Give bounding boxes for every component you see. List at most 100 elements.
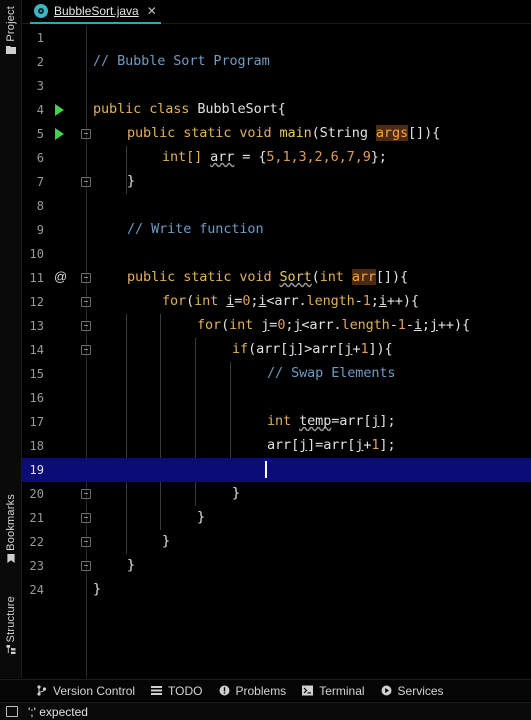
problems-icon [219,685,229,696]
line-number: 9 [36,223,44,237]
version-control-icon [37,685,47,696]
structure-tab[interactable]: Structure [2,596,20,655]
code-line[interactable]: 6 int[] arr = {5,1,3,2,6,7,9}; [22,146,531,170]
problems-button[interactable]: Problems [219,683,287,698]
code-editor[interactable]: 1 2 // Bubble Sort Program 3 4 public cl… [22,26,531,678]
run-class-icon[interactable] [55,104,64,116]
number: 1 [360,341,369,357]
code-line[interactable]: 15 // Swap Elements [22,362,531,386]
services-button[interactable]: Services [381,684,444,698]
code-line[interactable]: 11 @ public static void Sort(int arr[]){ [22,266,531,290]
field-length: length [341,317,390,333]
if-statement: if(arr[j]>arr[j+1]){ [232,341,393,357]
code-line[interactable]: 14 if(arr[j]>arr[j+1]){ [22,338,531,362]
java-class-icon [34,4,48,18]
terminal-button[interactable]: Terminal [302,684,365,698]
code-line[interactable]: 4 public class BubbleSort{ [22,98,531,122]
version-control-button[interactable]: Version Control [36,684,135,698]
fold-marker-icon[interactable] [81,537,91,547]
project-tab[interactable]: Project [2,6,20,54]
status-bar: ';' expected [0,702,531,720]
code-line[interactable]: 2 // Bubble Sort Program [22,50,531,74]
paren: ( [221,317,230,333]
fold-marker-icon[interactable] [81,321,91,331]
fold-marker-icon[interactable] [81,273,91,283]
code-line[interactable]: 10 [22,242,531,266]
line-number: 4 [36,103,44,117]
code-line[interactable]: 1 [22,26,531,50]
code-line[interactable]: 20 } [22,482,531,506]
code-line[interactable]: 16 [22,386,531,410]
fold-marker-icon[interactable] [81,297,91,307]
fold-marker-icon[interactable] [81,177,91,187]
fold-marker-icon[interactable] [81,129,91,139]
closing-brace: } [232,485,241,501]
param-type: int [319,269,352,285]
line-number: 22 [29,535,44,549]
code-line[interactable]: 24 } [22,578,531,602]
todo-button[interactable]: TODO [151,684,203,698]
code-line[interactable]: 5 public static void main(String args[])… [22,122,531,146]
var-arr: arr [210,149,235,165]
params-open: ( [311,269,320,285]
type: int[] [162,149,211,165]
problems-label: Problems [235,683,287,698]
var-j: j [429,317,438,333]
code-line[interactable]: 18 arr[j]=arr[j+1]; [22,434,531,458]
line-number: 17 [29,415,44,429]
var-i: i [413,317,422,333]
keyword: public static void [127,125,280,141]
assign: = { [234,149,267,165]
line-number: 16 [29,391,44,405]
keyword: public class [93,101,198,117]
line-number: 14 [29,343,44,357]
code-line[interactable]: 13 for(int j=0;j<arr.length-1-i;j++){ [22,314,531,338]
code-line[interactable]: 22 } [22,530,531,554]
var-temp: temp [299,413,332,429]
code-line[interactable]: 3 [22,74,531,98]
run-main-icon[interactable] [55,128,64,140]
params-close: []){ [375,269,409,285]
fold-marker-icon[interactable] [81,561,91,571]
bookmarks-tab[interactable]: Bookmarks [2,494,20,563]
tab-bubblesort-java[interactable]: BubbleSort.java ✕ [30,0,161,24]
structure-icon [6,645,16,655]
usage-marker-icon[interactable]: @ [54,269,67,284]
code-line[interactable]: 7 } [22,170,531,194]
code-line[interactable]: 21 } [22,506,531,530]
sort-declaration: public static void Sort(int arr[]){ [127,269,408,285]
keyword: public static void [127,269,280,285]
line-number: 18 [29,439,44,453]
current-code-line[interactable]: 19 [22,458,531,482]
bookmarks-tab-label: Bookmarks [5,494,17,551]
outer-for-loop: for(int i=0;i<arr.length-1;i++){ [162,293,419,309]
fold-marker-icon[interactable] [81,489,91,499]
op: (arr[ [248,341,289,357]
temp-statement: int temp=arr[j]; [267,413,396,429]
comment-write: // Write function [127,221,264,237]
params-open: (String [311,125,376,141]
line-number: 24 [29,583,44,597]
op: <arr. [266,293,307,309]
line-number: 15 [29,367,44,381]
code-line[interactable]: 9 // Write function [22,218,531,242]
code-line[interactable]: 23 } [22,554,531,578]
todo-icon [151,686,163,695]
line-number: 11 [29,271,44,285]
fold-marker-icon[interactable] [81,513,91,523]
line-number: 13 [29,319,44,333]
close-tab-icon[interactable]: ✕ [147,4,157,18]
code-line[interactable]: 12 for(int i=0;i<arr.length-1;i++){ [22,290,531,314]
keyword: for [162,293,187,309]
line-number: 7 [36,175,44,189]
window-toggle-icon[interactable] [6,706,18,717]
method-name: main [279,125,312,141]
fold-marker-icon[interactable] [81,345,91,355]
code-line[interactable]: 17 int temp=arr[j]; [22,410,531,434]
line-number: 2 [36,55,44,69]
code-line[interactable]: 8 [22,194,531,218]
version-control-label: Version Control [53,683,136,698]
param-args: args [375,125,409,141]
editor-tab-bar: BubbleSort.java ✕ [22,0,531,24]
op: ]=arr[ [307,437,356,453]
